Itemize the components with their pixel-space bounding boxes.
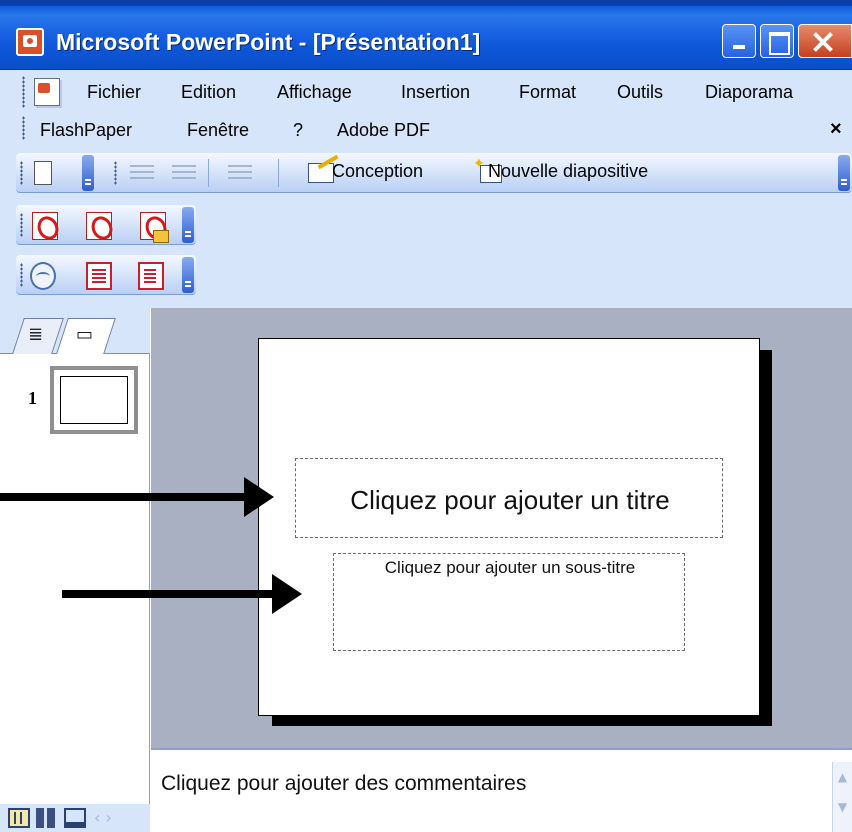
subtitle-placeholder[interactable]: Cliquez pour ajouter un sous-titre: [333, 553, 685, 651]
normal-view-icon[interactable]: [8, 808, 30, 828]
close-icon[interactable]: [798, 24, 852, 58]
convert-to-pdf-icon[interactable]: [32, 212, 58, 240]
design-icon[interactable]: [308, 163, 334, 183]
new-slide-button[interactable]: Nouvelle diapositive: [488, 161, 648, 182]
document-close-icon[interactable]: ×: [830, 118, 842, 141]
flashpaper-toolbar: [16, 255, 196, 295]
slides-icon: ▭: [76, 324, 94, 345]
title-placeholder-text: Cliquez pour ajouter un titre: [350, 485, 670, 515]
menu-format[interactable]: Format: [519, 82, 576, 103]
toolbar-options-chevron-icon[interactable]: [82, 155, 94, 191]
arrow-to-subtitle-placeholder: [62, 574, 302, 614]
view-buttons: ‹ ›: [0, 804, 150, 832]
design-button[interactable]: Conception: [332, 161, 423, 182]
convert-to-flashpaper-icon[interactable]: [86, 262, 112, 290]
menu-flashpaper[interactable]: FlashPaper: [40, 120, 132, 141]
toolbar-separator: [278, 159, 279, 187]
slide-number: 1: [28, 388, 37, 408]
window-title: Microsoft PowerPoint - [Présentation1]: [56, 29, 481, 55]
slide-canvas[interactable]: Cliquez pour ajouter un titre Cliquez po…: [258, 338, 760, 716]
menu-adobe-pdf[interactable]: Adobe PDF: [337, 120, 430, 141]
menu-edition[interactable]: Edition: [181, 82, 236, 103]
toolbar-options-chevron-icon[interactable]: [182, 207, 194, 243]
minimize-icon[interactable]: [722, 24, 756, 58]
slide-show-icon[interactable]: [64, 808, 86, 828]
slide-thumbnail[interactable]: [50, 366, 138, 434]
title-bar: Microsoft PowerPoint - [Présentation1]: [0, 0, 852, 70]
slides-panel: ≣ ▭ 1: [0, 308, 150, 832]
panel-tabs: ≣ ▭: [0, 308, 150, 354]
menu-outils[interactable]: Outils: [617, 82, 663, 103]
convert-to-pdf-flashpaper-icon[interactable]: [138, 262, 164, 290]
menu-fenetre[interactable]: Fenêtre: [187, 120, 249, 141]
menu-insertion[interactable]: Insertion: [401, 82, 470, 103]
menu-bar-grip-2[interactable]: [22, 116, 25, 140]
slide-sorter-icon[interactable]: [36, 808, 58, 828]
standard-toolbar: Conception Nouvelle diapositive: [16, 153, 852, 193]
menu-fichier[interactable]: Fichier: [87, 82, 141, 103]
menu-bar-grip[interactable]: [22, 76, 25, 108]
notes-placeholder-text: Cliquez pour ajouter des commentaires: [161, 772, 527, 795]
toolbar-grip[interactable]: [20, 161, 23, 185]
flashpaper-icon[interactable]: [30, 262, 56, 290]
menu-bar: Fichier Edition Affichage Insertion Form…: [0, 70, 852, 150]
scroll-up-icon[interactable]: ▲: [833, 762, 852, 792]
menu-diaporama[interactable]: Diaporama: [705, 82, 793, 103]
toolbar-options-chevron-icon[interactable]: [838, 155, 850, 191]
powerpoint-icon[interactable]: [16, 28, 44, 56]
toolbar-grip[interactable]: [20, 213, 23, 237]
subtitle-placeholder-text: Cliquez pour ajouter un sous-titre: [384, 558, 636, 577]
title-placeholder[interactable]: Cliquez pour ajouter un titre: [295, 458, 723, 538]
toolbar-options-chevron-icon[interactable]: [182, 257, 194, 293]
convert-and-email-pdf-icon[interactable]: [140, 212, 169, 243]
horizontal-scroll-icon[interactable]: ‹ ›: [94, 808, 112, 827]
notes-scrollbar[interactable]: ▲ ▼: [832, 762, 852, 832]
toolbar-separator: [208, 159, 209, 187]
menu-affichage[interactable]: Affichage: [277, 82, 352, 103]
increase-indent-icon[interactable]: [228, 165, 252, 183]
scroll-down-icon[interactable]: ▼: [833, 792, 852, 822]
maximize-icon[interactable]: [760, 24, 794, 58]
notes-pane[interactable]: Cliquez pour ajouter des commentaires ▲ …: [151, 748, 852, 832]
arrow-to-title-placeholder: [0, 477, 274, 517]
command-bars: Fichier Edition Affichage Insertion Form…: [0, 70, 852, 308]
title-bar-top-strip: [0, 0, 852, 6]
adobe-pdf-toolbar: [16, 205, 196, 245]
convert-pdf-icon[interactable]: [86, 212, 112, 240]
toolbar-grip[interactable]: [20, 263, 23, 287]
new-document-icon[interactable]: [34, 161, 52, 185]
document-menu-icon[interactable]: [34, 78, 60, 106]
menu-help[interactable]: ?: [293, 120, 303, 141]
bullet-list-icon[interactable]: [172, 165, 196, 183]
numbered-list-icon[interactable]: [130, 165, 154, 183]
outline-icon: ≣: [28, 324, 44, 345]
toolbar-grip-2[interactable]: [114, 161, 117, 185]
